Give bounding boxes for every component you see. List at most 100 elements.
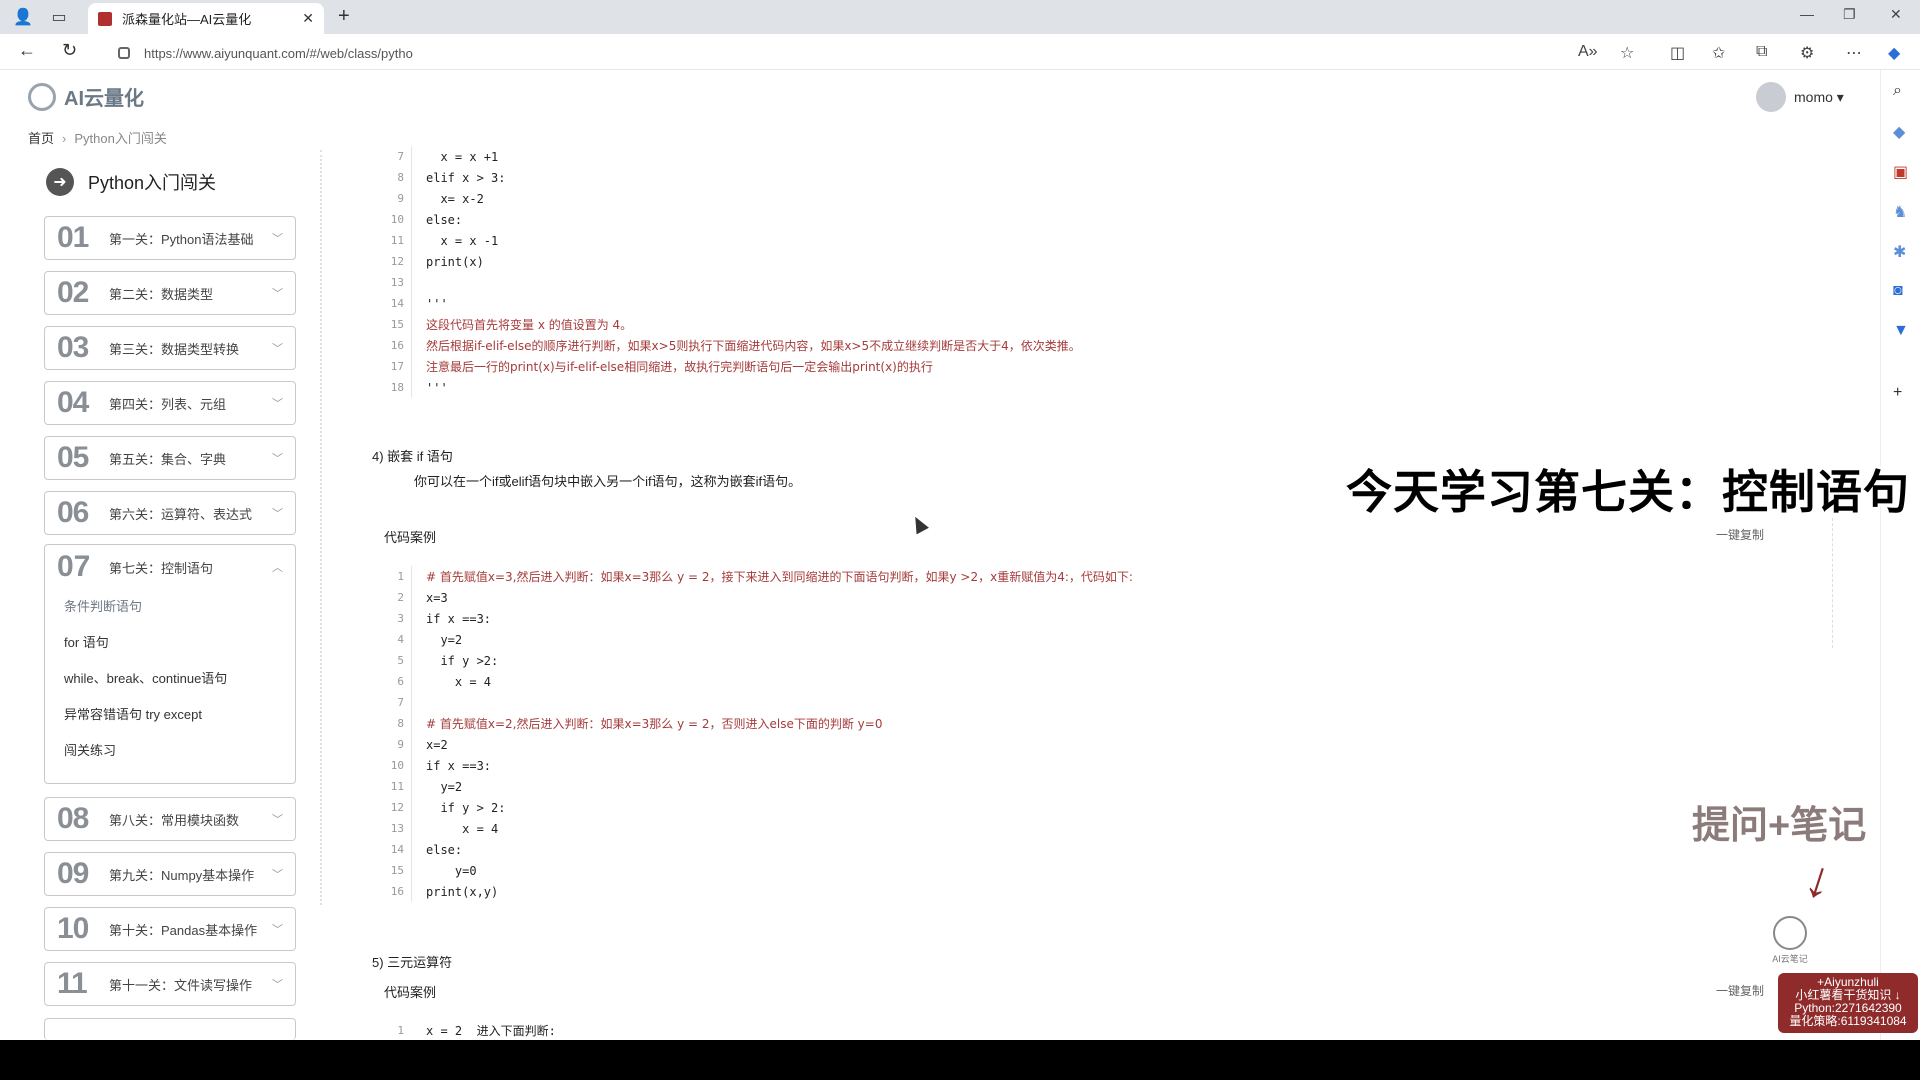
lesson-08[interactable]: 08 第八关：常用模块函数 ﹀	[44, 797, 296, 841]
lesson-10[interactable]: 10 第十关：Pandas基本操作 ﹀	[44, 907, 296, 951]
lesson-12-partial[interactable]	[44, 1018, 296, 1040]
line-number: 4	[397, 633, 404, 646]
chevron-down-icon[interactable]: ﹀	[272, 340, 283, 356]
code-line: 13	[380, 272, 1081, 293]
breadcrumb-home[interactable]: 首页	[28, 131, 54, 146]
code-text: elif x > 3:	[426, 170, 506, 185]
lesson-01[interactable]: 01 第一关：Python语法基础 ﹀	[44, 216, 296, 260]
line-number: 12	[390, 801, 404, 814]
add-sidebar-icon[interactable]: +	[1893, 384, 1902, 402]
lesson-06[interactable]: 06 第六关：运算符、表达式 ﹀	[44, 491, 296, 535]
code-text: if x ==3:	[426, 611, 492, 626]
chevron-down-icon[interactable]: ﹀	[272, 285, 283, 301]
tools-icon[interactable]: ✱	[1893, 242, 1906, 262]
section-4-title: 4) 嵌套 if 语句	[372, 449, 453, 464]
browser-window: 👤 ▭ 派森量化站—AI云量化 ✕ + — ❐ ✕ ← ↻ https://ww…	[0, 0, 1920, 1040]
site-favicon-icon	[98, 11, 112, 26]
chevron-down-icon[interactable]: ﹀	[272, 505, 283, 521]
lesson-03[interactable]: 03 第三关：数据类型转换 ﹀	[44, 326, 296, 370]
lesson-04[interactable]: 04 第四关：列表、元组 ﹀	[44, 381, 296, 425]
close-tab-icon[interactable]: ✕	[302, 10, 314, 27]
shopping-icon[interactable]: ▣	[1893, 162, 1908, 182]
copilot-icon[interactable]: ◆	[1888, 43, 1900, 63]
search-icon[interactable]: ⌕	[1893, 82, 1902, 100]
minimize-icon[interactable]: —	[1800, 6, 1814, 22]
code-text: # 首先赋值x=3,然后进入判断：如果x=3那么 y = 2，接下来进入到同缩进…	[426, 570, 1133, 584]
favorites-icon[interactable]: ✩	[1712, 43, 1725, 63]
code-line: 8 # 首先赋值x=2,然后进入判断：如果x=3那么 y = 2，否则进入else…	[380, 713, 1133, 734]
line-number: 11	[390, 780, 404, 793]
copy-button-2[interactable]: 一键复制	[1716, 982, 1764, 999]
code-block-elif: 7 x = x +1 8 elif x > 3: 9 x= x-2 10 else: 11 …	[380, 146, 1081, 398]
sub-item-practice[interactable]: 闯关练习	[45, 733, 295, 769]
code-text: x = x +1	[426, 149, 499, 164]
copy-button[interactable]: 一键复制	[1716, 526, 1764, 543]
code-line: 11 x = x -1	[380, 230, 1081, 251]
site-logo[interactable]: AI云量化	[28, 82, 144, 111]
lesson-number: 02	[57, 276, 89, 309]
lock-icon	[118, 47, 130, 59]
line-number: 5	[397, 654, 404, 667]
favorite-star-icon[interactable]: ☆	[1620, 43, 1634, 63]
sub-item-conditions[interactable]: 条件判断语句	[45, 589, 295, 625]
tag-icon[interactable]: ◆	[1893, 122, 1905, 142]
chevron-down-icon[interactable]: ﹀	[272, 230, 283, 246]
more-icon[interactable]: ⋯	[1846, 43, 1862, 63]
lesson-09[interactable]: 09 第九关：Numpy基本操作 ﹀	[44, 852, 296, 896]
line-number: 9	[397, 192, 404, 205]
lesson-07-header[interactable]: 07 第七关：控制语句 ︿	[45, 545, 295, 589]
code-line: 16 然后根据if-elif-else的顺序进行判断，如果x>5则执行下面缩进代码…	[380, 335, 1081, 356]
chevron-down-icon[interactable]: ﹀	[272, 921, 283, 937]
lesson-02[interactable]: 02 第二关：数据类型 ﹀	[44, 271, 296, 315]
code-text: '''	[426, 296, 448, 311]
code-text: y=0	[426, 863, 477, 878]
code-line: 10 else:	[380, 209, 1081, 230]
close-window-icon[interactable]: ✕	[1890, 6, 1902, 23]
code-block-ternary: 1 x = 2 进入下面判断:	[380, 1020, 555, 1040]
url-field[interactable]: https://www.aiyunquant.com/#/web/class/p…	[118, 42, 1558, 64]
code-line: 3 if x ==3:	[380, 608, 1133, 629]
lesson-number: 04	[57, 386, 89, 419]
split-screen-icon[interactable]: ◫	[1670, 43, 1685, 63]
chevron-down-icon[interactable]: ﹀	[272, 450, 283, 466]
collections-icon[interactable]: ⧉	[1756, 43, 1767, 61]
new-tab-icon[interactable]: +	[338, 5, 350, 28]
chevron-down-icon[interactable]: ﹀	[272, 866, 283, 882]
chevron-down-icon[interactable]: ﹀	[272, 395, 283, 411]
code-line: 2 x=3	[380, 587, 1133, 608]
line-number: 8	[397, 171, 404, 184]
extensions-icon[interactable]: ⚙	[1800, 43, 1814, 63]
back-icon[interactable]: ←	[18, 40, 36, 61]
ai-notes-widget[interactable]: AI云笔记	[1768, 916, 1812, 965]
chevron-down-icon[interactable]: ﹀	[272, 811, 283, 827]
lesson-07-expanded: 07 第七关：控制语句 ︿ 条件判断语句 for 语句 while、break、…	[44, 544, 296, 784]
lesson-05[interactable]: 05 第五关：集合、字典 ﹀	[44, 436, 296, 480]
lesson-11[interactable]: 11 第十一关：文件读写操作 ﹀	[44, 962, 296, 1006]
sub-item-try-except[interactable]: 异常容错语句 try except	[45, 697, 295, 733]
user-menu[interactable]: momo ▾	[1756, 82, 1844, 112]
games-icon[interactable]: ♞	[1893, 202, 1907, 222]
refresh-icon[interactable]: ↻	[62, 40, 77, 61]
chevron-down-icon[interactable]: ﹀	[272, 976, 283, 992]
read-aloud-icon[interactable]: A»	[1578, 43, 1598, 61]
profile-icon[interactable]: 👤	[12, 6, 34, 28]
lesson-title: 第八关：常用模块函数	[109, 812, 240, 828]
tab-active[interactable]: 派森量化站—AI云量化 ✕	[88, 3, 324, 34]
sub-item-for[interactable]: for 语句	[45, 625, 295, 661]
code-line: 11 y=2	[380, 776, 1133, 797]
sub-item-while[interactable]: while、break、continue语句	[45, 661, 295, 697]
restore-icon[interactable]: ❐	[1843, 6, 1856, 23]
line-number: 11	[390, 234, 404, 247]
code-line: 1 # 首先赋值x=3,然后进入判断：如果x=3那么 y = 2，接下来进入到同缩…	[380, 566, 1133, 587]
outlook-icon[interactable]: ◙	[1893, 282, 1903, 300]
line-number: 14	[390, 297, 404, 310]
tab-actions-icon[interactable]: ▭	[48, 6, 70, 28]
lesson-title: 第十一关：文件读写操作	[109, 977, 253, 993]
lesson-title: 第四关：列表、元组	[109, 396, 227, 412]
code-text: else:	[426, 842, 463, 857]
code-case-label: 代码案例	[384, 530, 437, 545]
chevron-up-icon[interactable]: ︿	[272, 559, 283, 575]
drop-icon[interactable]: ▼	[1893, 322, 1909, 340]
user-name: momo ▾	[1794, 88, 1844, 105]
arrow-down-icon: ↓	[1797, 848, 1841, 912]
